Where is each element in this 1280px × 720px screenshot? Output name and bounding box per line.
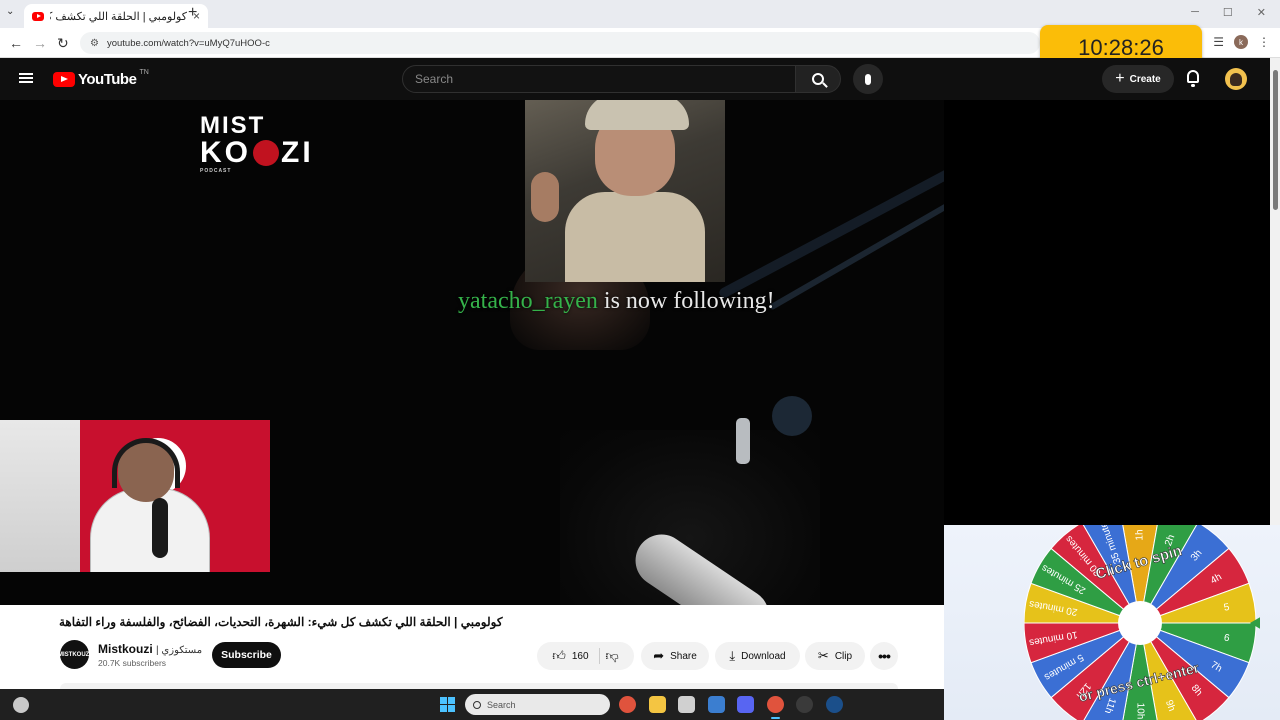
video-player[interactable]: MIST KO ZI PODCAST yatacho_rayen is now … <box>0 100 944 605</box>
mic-clip <box>736 418 750 464</box>
like-dislike-group: 👍︎ 160 👎︎ <box>537 642 634 670</box>
brand-line-2b: ZI <box>281 136 314 169</box>
youtube-favicon-icon <box>32 11 44 21</box>
dislike-button[interactable]: 👎︎ <box>606 648 619 664</box>
streamer-webcam <box>0 420 270 572</box>
create-label: Create <box>1129 73 1161 85</box>
browser-toolbar-right: ☰ k ⋮ <box>1213 35 1270 49</box>
account-avatar[interactable] <box>1225 68 1247 90</box>
browser-menu-icon[interactable]: ⋮ <box>1258 35 1270 49</box>
brand-line-1: MIST <box>200 112 266 139</box>
window-controls: ─ ☐ ✕ <box>1191 6 1266 19</box>
subscribe-button[interactable]: Subscribe <box>212 642 281 668</box>
new-tab-button[interactable]: + <box>188 4 197 22</box>
profile-avatar[interactable]: k <box>1234 35 1248 49</box>
video-info: كولومبي | الحلقة اللي تكشف كل شيء: الشهر… <box>0 605 944 689</box>
youtube-wordmark: YouTube <box>78 71 137 88</box>
search-button[interactable] <box>795 65 841 93</box>
thumbs-up-icon: 👍︎ <box>552 648 566 663</box>
scrollbar-thumb[interactable] <box>1273 70 1278 210</box>
file-explorer-icon[interactable] <box>648 696 666 713</box>
brand-line-2a: KO <box>200 136 251 169</box>
close-window-icon[interactable]: ✕ <box>1257 6 1266 19</box>
windows-taskbar: Search <box>0 689 944 720</box>
share-icon: ➦ <box>653 648 665 663</box>
download-button[interactable]: ⤓ Download <box>715 642 800 670</box>
brand-line-3: PODCAST <box>200 168 232 174</box>
like-button[interactable]: 👍︎ 160 <box>552 648 600 664</box>
channel-avatar[interactable]: MISTKOUZI <box>58 640 91 669</box>
follow-alert-message: is now following! <box>597 288 775 314</box>
start-button-icon[interactable] <box>440 697 455 712</box>
reload-icon[interactable]: ↻ <box>57 35 69 52</box>
steam-icon[interactable] <box>825 696 843 713</box>
spin-wheel-panel: 1h 2h 3h 4h 5 6 7h 8h 9h 10h 11h 12h 5 minutes 10 min… <box>944 525 1280 720</box>
region-code: TN <box>139 69 149 76</box>
discord-icon[interactable] <box>737 696 754 713</box>
mistkouzi-logo: MIST KO ZI PODCAST <box>200 114 314 174</box>
like-count: 160 <box>571 650 589 662</box>
youtube-play-icon <box>53 72 75 87</box>
sidebar-icon[interactable]: ☰ <box>1213 35 1224 49</box>
clip-button[interactable]: ✂ Clip <box>805 642 865 670</box>
taskbar-search-placeholder: Search <box>487 699 516 710</box>
download-icon: ⤓ <box>729 648 736 663</box>
clip-label: Clip <box>834 650 853 662</box>
video-side-area <box>944 100 1270 525</box>
share-label: Share <box>670 650 697 662</box>
taskbar-search[interactable]: Search <box>465 694 610 715</box>
download-label: Download <box>741 650 786 662</box>
notifications-icon[interactable] <box>1185 69 1201 87</box>
mic-arm-joint <box>772 396 812 436</box>
wheel-hub[interactable] <box>1118 601 1162 645</box>
channel-name-row[interactable]: Mistkouzi | مستكوزي <box>98 642 202 656</box>
search-input[interactable]: Search <box>402 65 796 93</box>
menu-icon[interactable] <box>19 73 33 83</box>
browser-tab[interactable]: كولومبي | الحلقة اللي تكشف كل × <box>24 4 208 28</box>
voice-search-button[interactable] <box>853 64 883 94</box>
more-actions-button[interactable]: ••• <box>870 642 898 670</box>
brand-mic-icon <box>253 140 279 166</box>
tab-title: كولومبي | الحلقة اللي تكشف كل <box>50 10 187 23</box>
url-field[interactable]: ⚙ youtube.com/watch?v=uMyQ7uHOO-c <box>80 32 1040 54</box>
spin-wheel[interactable]: 1h 2h3h4h567h8h9h10h11h12h5 minutes10 min… <box>1024 525 1260 720</box>
calculator-icon[interactable] <box>678 696 695 713</box>
reaction-gif-overlay <box>525 100 725 282</box>
create-button[interactable]: + Create <box>1102 65 1174 93</box>
back-icon[interactable]: ← <box>9 35 23 51</box>
scissors-icon: ✂ <box>817 648 829 663</box>
screen: ⌄ كولومبي | الحلقة اللي تكشف كل × + ─ ☐ … <box>0 0 1280 720</box>
taskbar-search-icon <box>473 700 481 709</box>
forward-icon[interactable]: → <box>33 35 47 51</box>
search-icon <box>812 73 824 85</box>
follow-alert-user: yatacho_rayen <box>458 288 598 314</box>
wheel-segment-label: 10h <box>1134 703 1145 720</box>
youtube-header: YouTube TN Search <box>0 58 1280 100</box>
weather-widget-icon[interactable] <box>13 697 29 713</box>
plus-icon: + <box>1115 70 1125 87</box>
obs-icon[interactable] <box>796 696 813 713</box>
follow-alert: yatacho_rayen is now following! <box>458 288 775 315</box>
subscriber-count: 20.7K subscribers <box>98 658 167 668</box>
share-button[interactable]: ➦ Share <box>641 642 709 670</box>
channel-name[interactable]: Mistkouzi <box>98 642 153 656</box>
microphone-icon <box>865 73 871 85</box>
site-info-icon[interactable]: ⚙ <box>90 38 99 49</box>
brand-line-2: KO ZI <box>200 138 314 168</box>
minimize-icon[interactable]: ─ <box>1191 6 1199 19</box>
chrome-active-icon[interactable] <box>766 696 784 719</box>
page-scrollbar[interactable] <box>1270 58 1280 525</box>
youtube-logo[interactable]: YouTube TN <box>53 69 149 88</box>
mail-icon[interactable] <box>707 696 725 713</box>
maximize-icon[interactable]: ☐ <box>1223 6 1233 19</box>
url-text: youtube.com/watch?v=uMyQ7uHOO-c <box>106 37 270 49</box>
tab-list-button[interactable]: ⌄ <box>6 6 14 17</box>
browser-tab-bar: ⌄ كولومبي | الحلقة اللي تكشف كل × + ─ ☐ … <box>0 0 1280 28</box>
video-title: كولومبي | الحلقة اللي تكشف كل شيء: الشهر… <box>59 615 503 629</box>
channel-alt-name: | مستكوزي <box>156 645 203 656</box>
chrome-icon[interactable] <box>619 696 636 713</box>
wheel-segment-label: 1h <box>1135 529 1146 540</box>
